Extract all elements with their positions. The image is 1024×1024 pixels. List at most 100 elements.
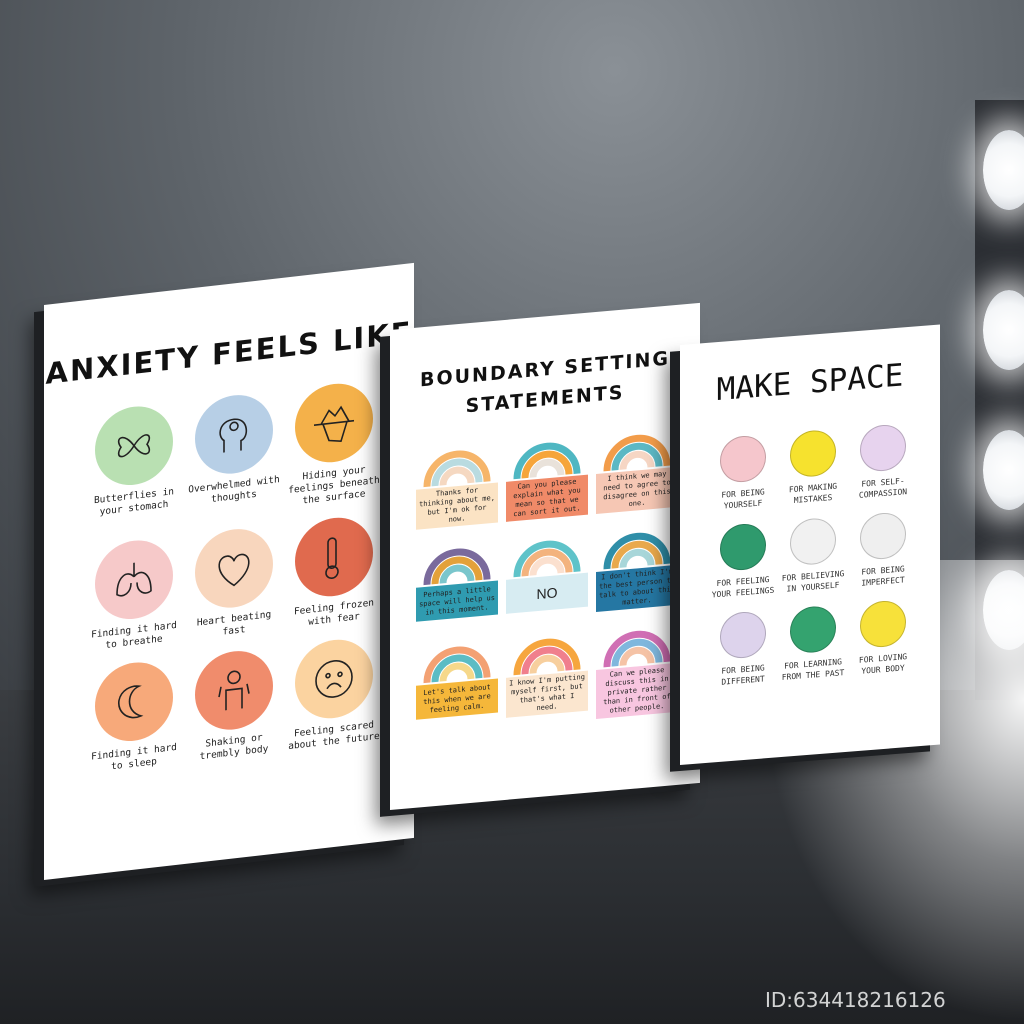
anxiety-item: Feeling scared about the future bbox=[284, 634, 384, 753]
rainbow-icon bbox=[513, 638, 581, 676]
anxiety-grid: Butterflies in your stomach Overwhelmed w… bbox=[84, 378, 384, 776]
striped-planet-icon bbox=[790, 516, 836, 567]
anxiety-item-text: Heart beating fast bbox=[196, 609, 272, 638]
anxiety-item: Finding it hard to sleep bbox=[84, 657, 184, 776]
rainbow-icon bbox=[423, 548, 491, 586]
statement-note: Can you please explain what you mean so … bbox=[506, 474, 588, 522]
light-bulb-icon bbox=[983, 130, 1024, 210]
anxiety-poster: ANXIETY FEELS LIKE Butterflies in your s… bbox=[44, 262, 414, 880]
anxiety-item: Feeling frozen with fear bbox=[284, 512, 384, 631]
boundary-item: Thanks for thinking about me, but I'm ok… bbox=[416, 433, 498, 530]
rainbow-icon bbox=[423, 646, 491, 684]
rainbow-icon bbox=[603, 630, 671, 668]
boundary-title: BOUNDARY SETTING STATEMENTS bbox=[390, 341, 700, 428]
anxiety-item: Butterflies in your stomach bbox=[84, 401, 184, 532]
color-blob bbox=[95, 536, 173, 624]
space-item-text: FOR BEING IMPERFECT bbox=[861, 564, 905, 588]
color-blob bbox=[195, 524, 273, 612]
head-swirl-icon bbox=[219, 418, 248, 453]
color-blob bbox=[95, 402, 173, 490]
space-item: FOR LOVING YOUR BODY bbox=[848, 598, 918, 678]
boundary-item: I think we may need to agree to disagree… bbox=[596, 417, 678, 514]
watermark: ID:634418216126 bbox=[765, 988, 946, 1012]
space-item-text: FOR MAKING MISTAKES bbox=[788, 481, 838, 506]
color-blob bbox=[195, 646, 273, 734]
heart-icon bbox=[218, 553, 250, 587]
anxiety-item: Overwhelmed with thoughts bbox=[184, 390, 284, 521]
green-planet-icon bbox=[720, 522, 766, 572]
lungs-icon bbox=[116, 562, 152, 597]
space-item: FOR FEELING YOUR FEELINGS bbox=[708, 521, 778, 601]
space-item-text: FOR FEELING YOUR FEELINGS bbox=[711, 574, 775, 600]
boundary-item: Can we please discuss this in private ra… bbox=[596, 613, 678, 719]
anxiety-item-text: Finding it hard to breathe bbox=[91, 619, 177, 652]
space-poster: MAKE SPACE FOR BEING YOURSELF FOR MAKING … bbox=[680, 324, 940, 765]
anxiety-item: Heart beating fast bbox=[184, 524, 284, 643]
rainbow-icon bbox=[513, 442, 581, 480]
swirl-planet-icon bbox=[860, 511, 906, 561]
yellow-planet-icon bbox=[790, 428, 836, 479]
green-planet-icon bbox=[790, 604, 836, 655]
statement-note: Can we please discuss this in private ra… bbox=[596, 662, 678, 719]
scared-face-icon bbox=[315, 660, 353, 698]
anxiety-title: ANXIETY FEELS LIKE bbox=[45, 315, 413, 391]
space-item: FOR BEING DIFFERENT bbox=[708, 609, 778, 689]
space-item-text: FOR BELIEVING IN YOURSELF bbox=[781, 569, 845, 594]
boundary-grid: Thanks for thinking about me, but I'm ok… bbox=[416, 417, 678, 735]
space-item: FOR LEARNING FROM THE PAST bbox=[778, 604, 848, 684]
statement-note: Perhaps a little space will help us in t… bbox=[416, 580, 498, 622]
anxiety-item-text: Feeling scared about the future bbox=[288, 719, 380, 753]
light-bulb-icon bbox=[983, 430, 1024, 510]
anxiety-item: Hiding your feelings beneath the surface bbox=[284, 378, 384, 509]
space-item: FOR SELF-COMPASSION bbox=[848, 422, 918, 502]
boundary-poster: BOUNDARY SETTING STATEMENTS Thanks for t… bbox=[390, 302, 700, 810]
ringed-planet-icon bbox=[720, 434, 766, 484]
space-item: FOR BELIEVING IN YOURSELF bbox=[778, 516, 848, 596]
color-blob bbox=[295, 379, 373, 467]
iceberg-icon bbox=[314, 405, 354, 443]
boundary-item: Can you please explain what you mean so … bbox=[506, 425, 588, 522]
anxiety-item-text: Butterflies in your stomach bbox=[93, 486, 175, 518]
space-item-text: FOR LOVING YOUR BODY bbox=[858, 652, 908, 676]
color-blob bbox=[95, 658, 173, 746]
color-blob bbox=[195, 390, 273, 478]
lilac-planet-icon bbox=[860, 423, 906, 473]
boundary-item: I don't think I'm the best person to tal… bbox=[596, 515, 678, 612]
light-bulb-icon bbox=[983, 290, 1024, 370]
anxiety-item: Shaking or trembly body bbox=[184, 646, 284, 765]
rainbow-icon bbox=[513, 540, 581, 578]
space-item-text: FOR SELF-COMPASSION bbox=[858, 476, 908, 500]
rainbow-icon bbox=[423, 450, 491, 488]
space-item-text: FOR BEING YOURSELF bbox=[721, 487, 765, 511]
anxiety-item-text: Hiding your feelings beneath the surface bbox=[288, 464, 380, 507]
statement-note: I know I'm putting myself first, but tha… bbox=[506, 670, 588, 718]
rainbow-icon bbox=[603, 532, 671, 570]
color-blob bbox=[295, 513, 373, 601]
space-grid: FOR BEING YOURSELF FOR MAKING MISTAKES FOR… bbox=[708, 422, 918, 689]
thermometer-icon bbox=[325, 537, 339, 580]
yellow-planet-icon bbox=[860, 599, 906, 649]
butterfly-icon bbox=[117, 434, 151, 458]
space-title: MAKE SPACE bbox=[716, 357, 904, 409]
boundary-item: Perhaps a little space will help us in t… bbox=[416, 531, 498, 628]
boundary-item: Let's talk about this when we are feelin… bbox=[416, 629, 498, 735]
statement-note: I think we may need to agree to disagree… bbox=[596, 466, 678, 514]
statement-note: Let's talk about this when we are feelin… bbox=[416, 678, 498, 720]
space-item: FOR BEING IMPERFECT bbox=[848, 510, 918, 590]
anxiety-item-text: Feeling frozen with fear bbox=[293, 597, 375, 628]
statement-note: I don't think I'm the best person to tal… bbox=[596, 564, 678, 612]
statement-note: NO bbox=[506, 572, 588, 614]
color-blob bbox=[295, 635, 373, 723]
boundary-item: NO bbox=[506, 523, 588, 620]
rainbow-icon bbox=[603, 434, 671, 472]
anxiety-item-text: Finding it hard to sleep bbox=[91, 741, 177, 773]
anxiety-item-text: Shaking or trembly body bbox=[199, 732, 269, 763]
moon-icon bbox=[118, 685, 144, 719]
anxiety-item-text: Overwhelmed with thoughts bbox=[188, 474, 280, 505]
anxiety-item: Finding it hard to breathe bbox=[84, 535, 184, 654]
space-item: FOR BEING YOURSELF bbox=[708, 433, 778, 513]
purple-planet-icon bbox=[720, 610, 766, 660]
space-item-text: FOR BEING DIFFERENT bbox=[721, 663, 765, 687]
trembling-person-icon bbox=[218, 670, 250, 711]
space-item-text: FOR LEARNING FROM THE PAST bbox=[781, 657, 845, 682]
